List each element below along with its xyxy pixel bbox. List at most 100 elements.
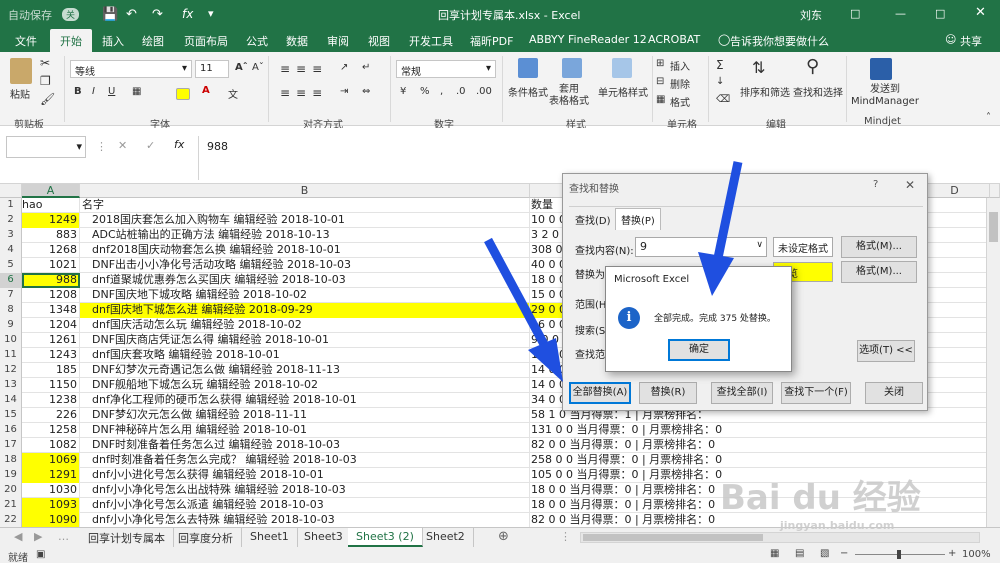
find-format-button[interactable]: 格式(M)... [841,236,917,258]
close-icon[interactable]: ✕ [975,5,986,20]
number-format-combo[interactable]: 常规 ▾ [396,60,496,78]
autosave-label[interactable]: 自动保存 [8,7,52,23]
cell-c[interactable]: 258 0 0 当月得票：0 | 月票榜排名：0 [530,453,750,468]
cell-b[interactable]: 2018国庆套怎么加入购物车 编辑经验 2018-10-01 [80,213,530,228]
vertical-align-icons[interactable]: ≡≡≡ [280,62,328,76]
bold-icon[interactable]: B [74,86,82,97]
tab-replace[interactable]: 替换(P) [615,208,661,230]
sheet-tab[interactable]: Sheet3 [296,528,352,547]
column-header-e[interactable] [990,184,1000,198]
cell-a[interactable]: 1268 [22,243,80,258]
tell-me-search[interactable]: 告诉我你想要做什么 [730,33,829,49]
cell-c[interactable]: 82 0 0 当月得票：0 | 月票榜排名：0 [530,438,750,453]
sheet-tab[interactable]: 回享计划专属本 [80,528,174,547]
cell-b[interactable]: dnf2018国庆动物套怎么换 编辑经验 2018-10-01 [80,243,530,258]
cell-a[interactable]: 1093 [22,498,80,513]
sort-filter-button[interactable]: 排序和筛选 [740,84,790,99]
collapse-ribbon-icon[interactable]: ˄ [986,112,991,123]
row-header[interactable]: 2 [0,213,22,228]
cell-a[interactable]: hao [22,198,80,213]
send-to-mindmanager-button[interactable]: 发送到 MindManager [851,84,919,108]
cell-a[interactable]: 1021 [22,258,80,273]
row-header[interactable]: 6 [0,273,22,288]
delete-cells-button[interactable]: 删除 [670,76,690,91]
cell-b[interactable]: dnf道聚城优惠券怎么买国庆 编辑经验 2018-10-03 [80,273,530,288]
cell-c[interactable]: 105 0 0 当月得票：0 | 月票榜排名：0 [530,468,750,483]
indent-icon[interactable]: ⇥ [340,86,348,97]
cell-a[interactable]: 988 [22,273,80,288]
sheet-tab[interactable]: Sheet2 [418,528,474,547]
find-select-icon[interactable]: ⚲ [806,56,819,77]
next-sheet-icon[interactable]: ▶ [34,530,42,543]
zoom-slider-thumb[interactable] [897,550,901,559]
tab-developer[interactable]: 开发工具 [409,33,453,49]
tab-home[interactable]: 开始 [50,29,92,52]
increase-font-icon[interactable]: Aˆ [235,62,248,73]
comma-icon[interactable]: , [440,86,443,97]
cell-b[interactable]: DNF梦幻次元怎么做 编辑经验 2018-11-11 [80,408,530,423]
autosave-toggle[interactable]: 关 [62,8,80,21]
orientation-icon[interactable]: ↗ [340,62,348,73]
cell-a[interactable]: 226 [22,408,80,423]
row-header[interactable]: 5 [0,258,22,273]
tab-insert[interactable]: 插入 [102,33,124,49]
cell-a[interactable]: 1030 [22,483,80,498]
prev-sheet-icon[interactable]: ◀ [14,530,22,543]
row-header[interactable]: 22 [0,513,22,527]
fill-color-icon[interactable] [176,88,190,100]
cell-a[interactable]: 185 [22,363,80,378]
tab-view[interactable]: 视图 [368,33,390,49]
replace-all-button[interactable]: 全部替换(A) [569,382,631,404]
tab-foxit-pdf[interactable]: 福昕PDF [470,33,513,49]
horizontal-align-icons[interactable]: ≡≡≡ [280,86,328,100]
tab-data[interactable]: 数据 [286,33,308,49]
cell-b[interactable]: DNF出击小小净化号活动攻略 编辑经验 2018-10-03 [80,258,530,273]
cell-b[interactable]: DNF国庆商店凭证怎么得 编辑经验 2018-10-01 [80,333,530,348]
percent-icon[interactable]: % [420,86,430,97]
table-format-icon[interactable] [562,58,582,78]
cell-a[interactable]: 1082 [22,438,80,453]
function-icon[interactable]: fx [182,7,193,21]
font-name-combo[interactable]: 等线 ▾ [70,60,192,78]
close-icon[interactable]: ✕ [905,178,915,192]
cell-a[interactable]: 1249 [22,213,80,228]
row-header[interactable]: 10 [0,333,22,348]
find-select-button[interactable]: 查找和选择 [793,84,843,99]
replace-button[interactable]: 替换(R) [639,382,697,404]
row-header[interactable]: 17 [0,438,22,453]
ok-button[interactable]: 确定 [668,339,730,361]
cell-a[interactable]: 1291 [22,468,80,483]
decrease-decimal-icon[interactable]: .00 [476,86,492,97]
font-color-icon[interactable]: A [202,85,210,96]
cell-a[interactable]: 1243 [22,348,80,363]
cut-icon[interactable]: ✂ [40,56,50,70]
undo-icon[interactable]: ↶ [126,7,137,22]
phonetic-icon[interactable]: 文 [228,86,238,101]
fill-icon[interactable]: ↓ [716,76,724,87]
find-next-button[interactable]: 查找下一个(F) [781,382,851,404]
sheet-tab[interactable]: 回享度分析 [170,528,242,547]
cell-b[interactable]: DNF时刻准备着任务怎么过 编辑经验 2018-10-03 [80,438,530,453]
autosum-icon[interactable]: Σ [716,58,724,72]
increase-decimal-icon[interactable]: .0 [456,86,466,97]
cell-b[interactable]: DNF国庆地下城攻略 编辑经验 2018-10-02 [80,288,530,303]
underline-icon[interactable]: U [108,86,115,97]
cell-a[interactable]: 1348 [22,303,80,318]
cell-a[interactable]: 1204 [22,318,80,333]
cell-style-icon[interactable] [612,58,632,78]
cell-c[interactable]: 18 0 0 当月得票：0 | 月票榜排名：0 [530,498,750,513]
macro-record-icon[interactable]: ▣ [36,549,45,560]
maximize-icon[interactable]: □ [935,7,945,20]
cell-b[interactable]: dnf小小净化号怎么去特殊 编辑经验 2018-10-03 [80,513,530,527]
column-header-b[interactable]: B [80,184,530,198]
row-header[interactable]: 13 [0,378,22,393]
row-header[interactable]: 21 [0,498,22,513]
merge-icon[interactable]: ⇔ [362,86,370,97]
find-what-input[interactable]: 9 ∨ [635,237,767,257]
row-header[interactable]: 18 [0,453,22,468]
column-header-d[interactable]: D [920,184,990,198]
cell-b[interactable]: dnf国庆地下城怎么进 编辑经验 2018-09-29 [80,303,530,318]
cell-a[interactable]: 1261 [22,333,80,348]
customize-toolbar-icon[interactable]: ▾ [208,7,214,20]
sheet-tab[interactable]: Sheet3 (2) [348,528,423,547]
